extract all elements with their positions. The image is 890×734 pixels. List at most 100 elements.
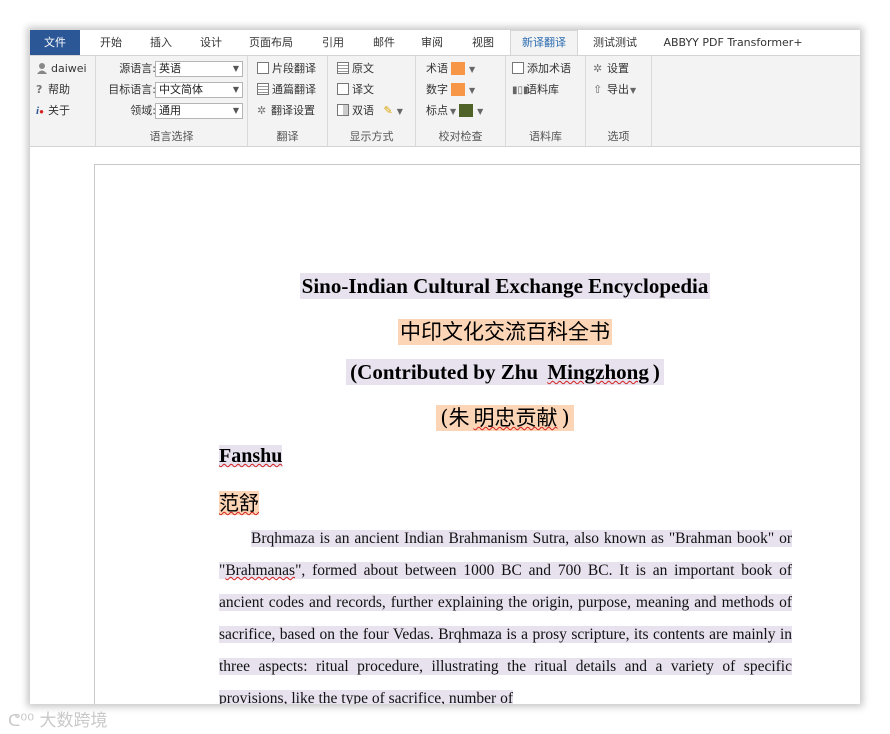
title-english: Sino-Indian Cultural Exchange Encycloped… (95, 273, 860, 299)
watermark-logo-icon: ᕦ⁰⁰ (8, 711, 35, 731)
tab-mailings[interactable]: 邮件 (363, 30, 405, 55)
domain-value: 通用 (159, 104, 181, 117)
contributor-zh-name: 明忠贡献 (473, 406, 558, 430)
full-translate-label: 通篇翻译 (272, 83, 316, 96)
contributor-english: (Contributed by Zhu Mingzhong) (95, 359, 860, 385)
settings-label: 设置 (607, 62, 629, 75)
export-button[interactable]: ⇧ 导出▼ (593, 80, 636, 100)
proofread-group-label: 校对检查 (438, 130, 483, 143)
body-paragraph: Brqhmaza is an ancient Indian Brahmanism… (219, 523, 792, 704)
highlighter-icon[interactable]: ✎ (384, 104, 393, 117)
contributor-english-text: (Contributed by Zhu Mingzhong) (346, 359, 664, 385)
title-chinese: 中印文化交流百科全书 (95, 316, 860, 346)
tab-view[interactable]: 视图 (462, 30, 504, 55)
help-icon: ? (36, 83, 43, 96)
language-group: 源语言: 英语 ▼ 目标语言: 中文简体 ▼ 领域: 通用 ▼ 语言选择 (96, 56, 248, 146)
chevron-down-icon: ▼ (232, 64, 239, 73)
about-button[interactable]: i● 关于 (36, 101, 70, 121)
options-group-label: 选项 (607, 130, 630, 143)
user-group: daiwei ? 帮助 i● 关于 (30, 56, 96, 146)
target-language-value: 中文简体 (159, 83, 203, 96)
segment-translate-button[interactable]: 片段翻译 (257, 59, 316, 79)
number-label: 数字 (426, 83, 448, 96)
target-language-select[interactable]: 中文简体 ▼ (155, 82, 243, 98)
language-group-label: 语言选择 (149, 130, 194, 143)
chevron-down-icon[interactable]: ▼ (397, 107, 403, 116)
help-button[interactable]: ? 帮助 (36, 80, 70, 100)
tab-file[interactable]: 文件 (30, 30, 80, 55)
heading-chinese: 范舒 (219, 487, 259, 516)
tab-xinyi-translate[interactable]: 新译翻译 (510, 30, 578, 56)
options-group: ✲ 设置 ⇧ 导出▼ 选项 (586, 56, 652, 146)
source-language-select[interactable]: 英语 ▼ (155, 61, 243, 77)
show-original-button[interactable]: 原文 (337, 59, 374, 79)
user-icon (36, 61, 48, 74)
punct-color-picker[interactable]: 标点 ▼ ▼ (426, 101, 483, 121)
add-term-button[interactable]: 添加术语 (512, 59, 571, 79)
corpus-library-label: 语料库 (526, 83, 559, 96)
bilingual-doc-icon (337, 104, 349, 116)
chevron-down-icon: ▼ (232, 85, 239, 94)
user-name: daiwei (51, 62, 87, 75)
proofread-group: 术语 ▼ 数字 ▼ 标点 ▼ ▼ 校对检查 (416, 56, 506, 146)
info-icon: i● (36, 105, 44, 117)
contributor-zh-suffix: ) (561, 406, 570, 430)
paragraph-text: Brqhmaza is an ancient Indian Brahmanism… (219, 530, 792, 704)
full-translate-button[interactable]: 通篇翻译 (257, 80, 316, 100)
target-language-label: 目标语言: (108, 83, 156, 96)
term-label: 术语 (426, 62, 448, 75)
original-doc-icon (337, 62, 349, 74)
document-page[interactable]: Sino-Indian Cultural Exchange Encycloped… (94, 164, 860, 704)
term-color-swatch (451, 62, 465, 75)
heading-english: Fanshu (219, 445, 283, 468)
tab-layout[interactable]: 页面布局 (242, 30, 300, 55)
watermark-text: 大数跨境 (39, 711, 108, 731)
domain-select[interactable]: 通用 ▼ (155, 103, 243, 119)
tab-references[interactable]: 引用 (312, 30, 354, 55)
title-english-text: Sino-Indian Cultural Exchange Encycloped… (299, 273, 711, 299)
show-bilingual-button[interactable]: 双语 ✎ ▼ (337, 101, 403, 121)
heading-chinese-text: 范舒 (219, 491, 259, 515)
export-label: 导出 (607, 83, 629, 96)
number-color-swatch (451, 83, 465, 96)
translate-settings-button[interactable]: ✲ 翻译设置 (257, 101, 315, 121)
tab-home[interactable]: 开始 (90, 30, 132, 55)
settings-button[interactable]: ✲ 设置 (593, 59, 629, 79)
source-language-label: 源语言: (119, 62, 156, 75)
tab-insert[interactable]: 插入 (140, 30, 182, 55)
tab-review[interactable]: 审阅 (411, 30, 453, 55)
corpus-library-button[interactable]: ▮▯▮语料库 (512, 80, 559, 100)
chevron-down-icon: ▼ (450, 107, 457, 116)
term-color-picker[interactable]: 术语 ▼ (426, 59, 475, 79)
show-translation-button[interactable]: 译文 (337, 80, 374, 100)
help-label: 帮助 (48, 83, 70, 96)
segment-translate-label: 片段翻译 (272, 62, 316, 75)
full-doc-icon (257, 83, 269, 95)
show-translation-label: 译文 (352, 83, 374, 96)
chevron-down-icon: ▼ (469, 65, 476, 74)
contributor-prefix: (Contributed by Zhu (350, 360, 544, 384)
tab-test[interactable]: 测试测试 (585, 30, 645, 55)
show-bilingual-label: 双语 (352, 104, 374, 117)
contributor-zh-prefix: (朱 (440, 406, 470, 430)
number-color-picker[interactable]: 数字 ▼ (426, 80, 475, 100)
gear-icon: ✲ (257, 104, 267, 117)
export-icon: ⇧ (593, 83, 603, 96)
add-term-icon (512, 62, 524, 74)
display-group-label: 显示方式 (349, 130, 394, 143)
gear-icon: ✲ (593, 62, 603, 75)
show-original-label: 原文 (352, 62, 374, 75)
user-button[interactable]: daiwei (36, 59, 87, 79)
document-area[interactable]: Sino-Indian Cultural Exchange Encycloped… (30, 147, 860, 704)
word-window: 文件 开始 插入 设计 页面布局 引用 邮件 审阅 视图 新译翻译 测试测试 A… (30, 30, 860, 704)
punct-label: 标点 (426, 104, 448, 117)
contributor-chinese: (朱 明忠贡献) (95, 402, 860, 432)
add-term-label: 添加术语 (527, 62, 571, 75)
tab-design[interactable]: 设计 (190, 30, 232, 55)
domain-label: 领域: (130, 104, 156, 117)
ribbon-panel: daiwei ? 帮助 i● 关于 源语言: 英语 ▼ 目标语言: 中文简体 ▼ 领域:… (30, 55, 860, 147)
title-chinese-text: 中印文化交流百科全书 (398, 319, 612, 345)
translate-settings-label: 翻译设置 (271, 104, 315, 117)
display-group: 原文 译文 双语 ✎ ▼ 显示方式 (328, 56, 416, 146)
tab-abbyy[interactable]: ABBYY PDF Transformer+ (660, 30, 806, 55)
